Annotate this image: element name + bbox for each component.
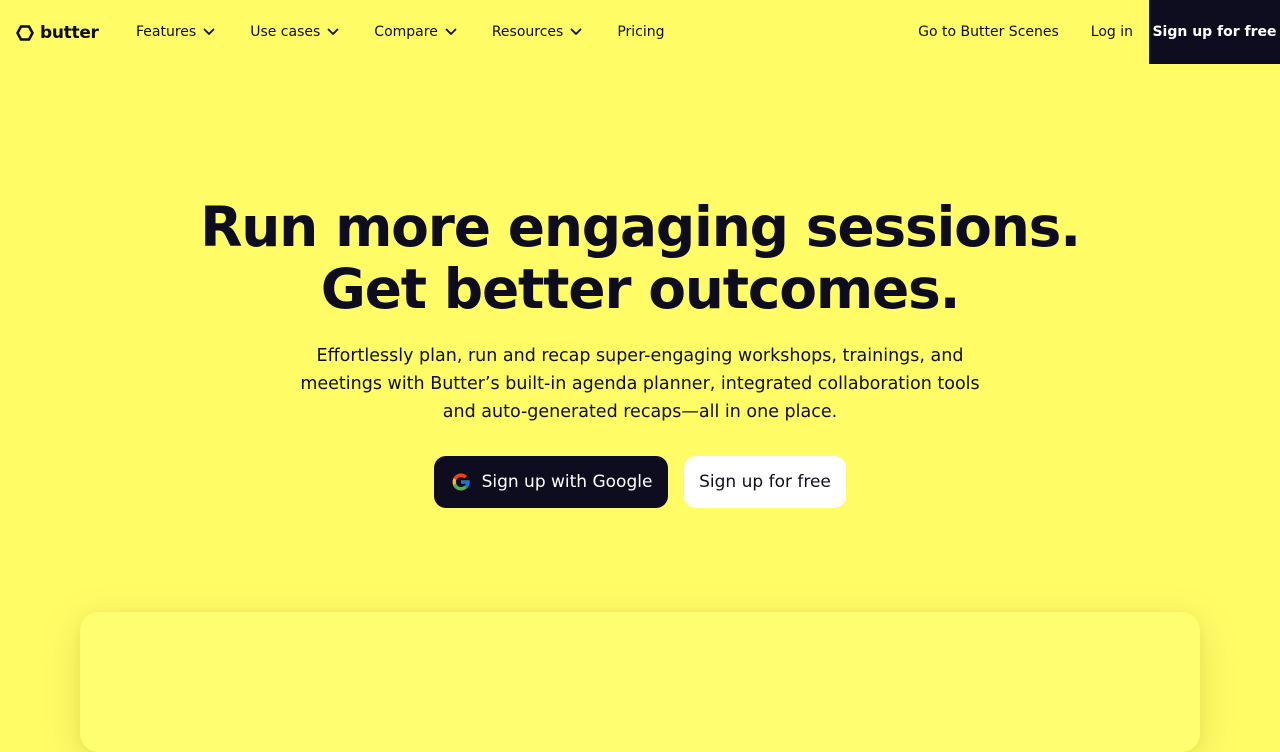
login-link[interactable]: Log in (1091, 24, 1133, 40)
nav-actions: Go to Butter Scenes Log in Sign up for f… (918, 0, 1280, 64)
menu-item-use-cases[interactable]: Use cases (250, 24, 340, 40)
menu-item-label: Resources (491, 24, 564, 40)
google-g-icon (452, 473, 470, 491)
chevron-down-icon (570, 28, 582, 35)
menu-item-label: Compare (374, 24, 438, 40)
hero-headline: Run more engaging sessions. Get better o… (0, 196, 1280, 320)
menu-item-compare[interactable]: Compare (374, 24, 458, 40)
menu-item-resources[interactable]: Resources (492, 24, 584, 40)
top-navigation: butter Features Use cases Compare Resour… (0, 0, 1280, 64)
free-signup-button[interactable]: Sign up for free (684, 456, 846, 508)
hero-section: Run more engaging sessions. Get better o… (0, 196, 1280, 426)
logo-wordmark: butter (40, 23, 99, 43)
google-signup-button[interactable]: Sign up with Google (434, 456, 668, 508)
chevron-down-icon (203, 28, 215, 35)
hero-subtext: Effortlessly plan, run and recap super-e… (300, 346, 980, 422)
menu-item-label: Features (136, 24, 197, 40)
main-menu: Features Use cases Compare Resources Pri… (136, 0, 665, 64)
product-preview-card (80, 612, 1200, 752)
menu-item-pricing[interactable]: Pricing (617, 24, 664, 40)
butter-hexagon-logo-icon (16, 25, 34, 41)
menu-item-label: Pricing (617, 24, 665, 40)
menu-item-features[interactable]: Features (136, 24, 216, 40)
chevron-down-icon (327, 28, 339, 35)
chevron-down-icon (445, 28, 457, 35)
menu-item-label: Use cases (250, 24, 321, 40)
butter-scenes-link[interactable]: Go to Butter Scenes (918, 24, 1059, 40)
hero-cta-row: Sign up with Google Sign up for free (0, 456, 1280, 508)
headline-line-2: Get better outcomes. (320, 257, 961, 321)
google-signup-label: Sign up with Google (481, 472, 653, 492)
butter-logo[interactable]: butter (16, 22, 99, 44)
nav-signup-button[interactable]: Sign up for free (1149, 0, 1280, 64)
headline-line-1: Run more engaging sessions. (200, 195, 1081, 259)
